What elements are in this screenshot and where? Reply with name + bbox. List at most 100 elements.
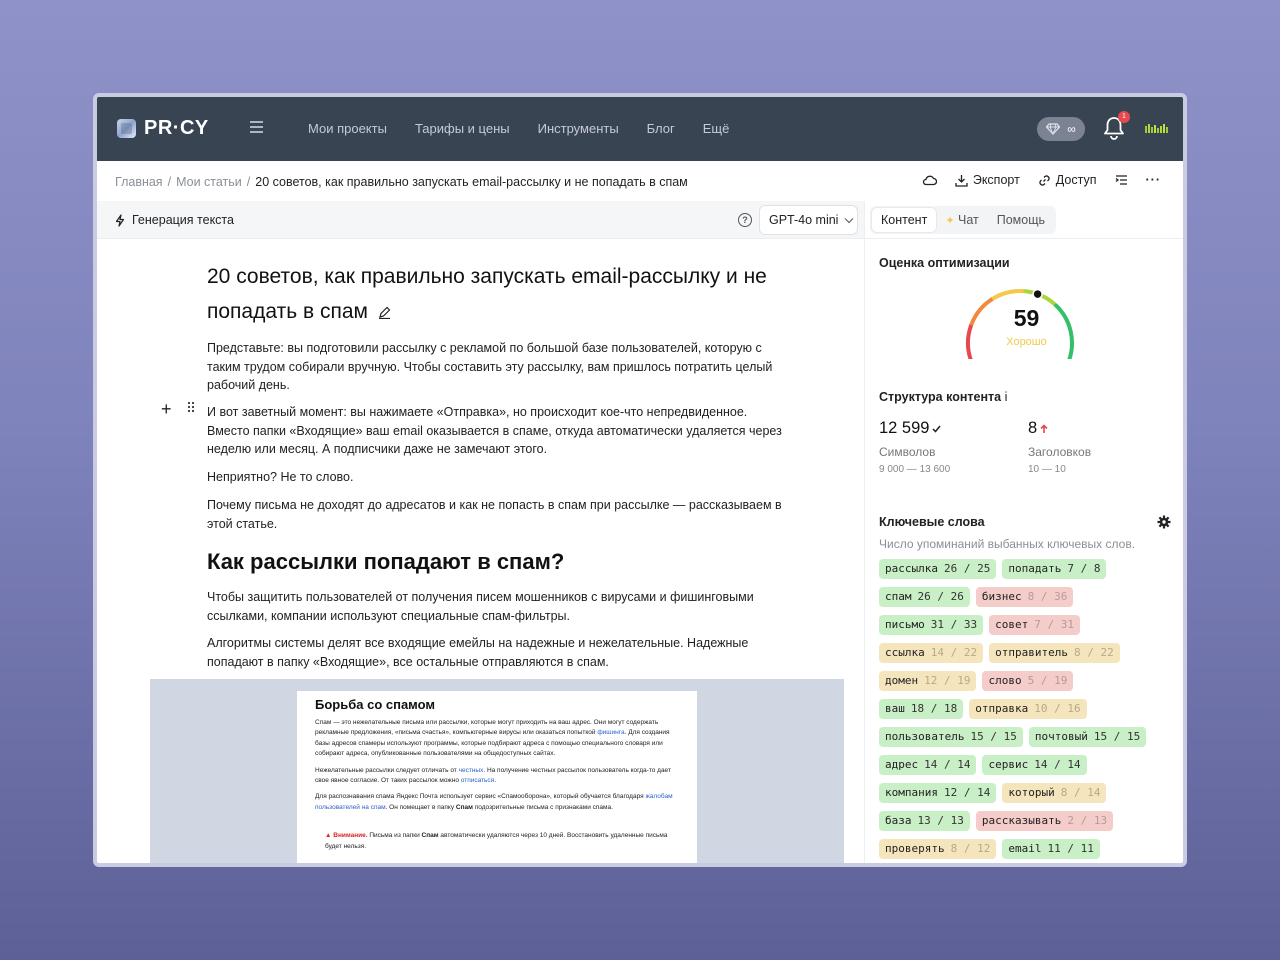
heading-h2[interactable]: Как рассылки попадают в спам? [207, 549, 564, 575]
keyword-count: 15 / 15 [1093, 730, 1141, 743]
generate-text-button[interactable]: Генерация текста [115, 213, 234, 227]
keyword-count: 15 / 15 [970, 730, 1017, 743]
model-select[interactable]: GPT-4o mini [759, 205, 858, 235]
keyword-chip[interactable]: компания 12 / 14 [879, 783, 997, 803]
keyword-chip[interactable]: который 8 / 14 [1002, 783, 1107, 803]
keyword-chip[interactable]: ваш 18 / 18 [879, 699, 964, 719]
keyword-chip[interactable]: база 13 / 13 [879, 811, 970, 831]
chars-value: 12 599 [879, 419, 930, 437]
arrow-up-icon [1040, 423, 1048, 433]
access-button[interactable]: Доступ [1038, 173, 1097, 187]
score-value: 59 [1013, 305, 1040, 331]
keyword-word: попадать [1008, 562, 1062, 575]
keyword-word: ссылка [885, 646, 925, 659]
panel-tabs: Контент ✦ Чат Помощь [870, 206, 1057, 234]
keyword-chip[interactable]: бизнес 8 / 36 [975, 587, 1074, 607]
keyword-chip[interactable]: отправка 10 / 16 [969, 699, 1087, 719]
keyword-word: бизнес [981, 590, 1022, 603]
keyword-word: база [885, 814, 912, 827]
keyword-word: слово [988, 674, 1022, 687]
tab-help[interactable]: Помощь [988, 208, 1054, 232]
keyword-count: 8 / 36 [1027, 590, 1068, 603]
nav-blog[interactable]: Блог [647, 121, 675, 136]
keyword-chip[interactable]: письмо 31 / 33 [879, 615, 984, 635]
keyword-word: рассылка [885, 562, 938, 575]
edit-icon[interactable] [378, 306, 391, 320]
editor-toolbar: Генерация текста ? GPT-4o mini [97, 201, 864, 239]
help-icon[interactable]: ? [738, 213, 752, 227]
keyword-chip[interactable]: email 11 / 11 [1002, 839, 1100, 859]
logo[interactable]: PR·CY [117, 117, 209, 140]
keyword-count: 12 / 14 [943, 786, 991, 799]
keyword-word: пользователь [885, 730, 965, 743]
image-title: Борьба со спамом [315, 697, 436, 712]
keyword-row: ссылка 14 / 22 отправитель 8 / 22 [879, 643, 1179, 671]
keyword-chip[interactable]: проверять 8 / 12 [879, 839, 997, 859]
keyword-chip[interactable]: спам 26 / 26 [879, 587, 970, 607]
keyword-count: 14 / 14 [1034, 758, 1081, 771]
keyword-chip[interactable]: пользователь 15 / 15 [879, 727, 1023, 747]
nav-pricing[interactable]: Тарифы и цены [415, 121, 510, 136]
nav-tools[interactable]: Инструменты [538, 121, 619, 136]
keyword-count: 7 / 8 [1067, 562, 1101, 575]
export-button[interactable]: Экспорт [955, 173, 1020, 187]
notification-badge: 1 [1118, 111, 1130, 123]
keyword-row: база 13 / 13 рассказывать 2 / 13 [879, 811, 1179, 839]
image-paragraph: Для распознавания спама Яндекс Почта исп… [315, 793, 673, 811]
keyword-chip[interactable]: попадать 7 / 8 [1002, 559, 1107, 579]
score-label: Хорошо [1006, 336, 1047, 348]
keyword-chip[interactable]: сервис 14 / 14 [982, 755, 1087, 775]
top-header: PR·CY Мои проекты Тарифы и цены Инструме… [97, 97, 1183, 161]
keyword-chip[interactable]: отправитель 8 / 22 [989, 643, 1120, 663]
keyword-word: письмо [885, 618, 925, 631]
cloud-icon[interactable] [922, 174, 937, 186]
keyword-count: 8 / 14 [1060, 786, 1101, 799]
keyword-chip[interactable]: почтовый 15 / 15 [1028, 727, 1147, 747]
article-title-text: 20 советов, как правильно запускать emai… [207, 265, 767, 323]
app-window: PR·CY Мои проекты Тарифы и цены Инструме… [93, 93, 1187, 867]
article-editor[interactable]: 20 советов, как правильно запускать emai… [97, 239, 864, 863]
info-icon: i [1004, 390, 1008, 404]
keyword-chip[interactable]: совет 7 / 31 [989, 615, 1080, 635]
paragraph[interactable]: Чтобы защитить пользователей от получени… [207, 588, 787, 625]
keyword-chip[interactable]: адрес 14 / 14 [879, 755, 977, 775]
keyword-chip[interactable]: рассылка 26 / 25 [879, 559, 997, 579]
paragraph[interactable]: Представьте: вы подготовили рассылку с р… [207, 339, 787, 395]
tab-chat-label: Чат [958, 213, 979, 227]
plan-badge[interactable]: ∞ [1037, 117, 1085, 141]
paragraph[interactable]: И вот заветный момент: вы нажимаете «Отп… [207, 403, 787, 459]
more-options-icon[interactable]: ··· [1146, 173, 1162, 187]
keyword-chip[interactable]: ссылка 14 / 22 [879, 643, 984, 663]
panel-tabs-bar: Контент ✦ Чат Помощь [864, 201, 1183, 239]
keyword-count: 14 / 14 [924, 758, 971, 771]
keyword-row: рассылка 26 / 25 попадать 7 / 8 [879, 559, 1179, 587]
keyword-word: спам [885, 590, 912, 603]
keyword-word: сервис [988, 758, 1029, 771]
keyword-count: 8 / 22 [1073, 646, 1114, 659]
keyword-chip[interactable]: слово 5 / 19 [982, 671, 1074, 691]
nav-my-projects[interactable]: Мои проекты [308, 121, 387, 136]
paragraph[interactable]: Неприятно? Не то слово. [207, 468, 787, 487]
article-image[interactable]: Борьба со спамом Спам — это нежелательны… [150, 679, 844, 863]
article-toolbar: Экспорт Доступ ··· [922, 173, 1161, 187]
keyword-word: email [1008, 842, 1042, 855]
article-title[interactable]: 20 советов, как правильно запускать emai… [207, 259, 807, 329]
menu-icon[interactable] [250, 121, 263, 133]
drag-handle-icon[interactable] [187, 401, 195, 413]
gear-icon[interactable] [1157, 515, 1171, 529]
avatar[interactable] [1145, 123, 1169, 133]
keyword-chip[interactable]: рассказывать 2 / 13 [975, 811, 1114, 831]
tab-chat[interactable]: ✦ Чат [936, 208, 987, 232]
paragraph[interactable]: Почему письма не доходят до адресатов и … [207, 496, 787, 533]
paragraph[interactable]: Алгоритмы системы делят все входящие еме… [207, 634, 787, 671]
logo-icon [117, 119, 136, 138]
tab-content[interactable]: Контент [872, 208, 937, 232]
keyword-row: пользователь 15 / 15 почтовый 15 / 15 [879, 727, 1179, 755]
breadcrumb-home[interactable]: Главная [115, 175, 163, 189]
keyword-count: 8 / 12 [950, 842, 991, 855]
add-block-icon[interactable]: + [161, 399, 172, 420]
breadcrumb-my-articles[interactable]: Мои статьи [176, 175, 242, 189]
keyword-chip[interactable]: домен 12 / 19 [879, 671, 977, 691]
nav-more[interactable]: Ещё [703, 121, 730, 136]
outline-icon[interactable] [1115, 174, 1128, 186]
